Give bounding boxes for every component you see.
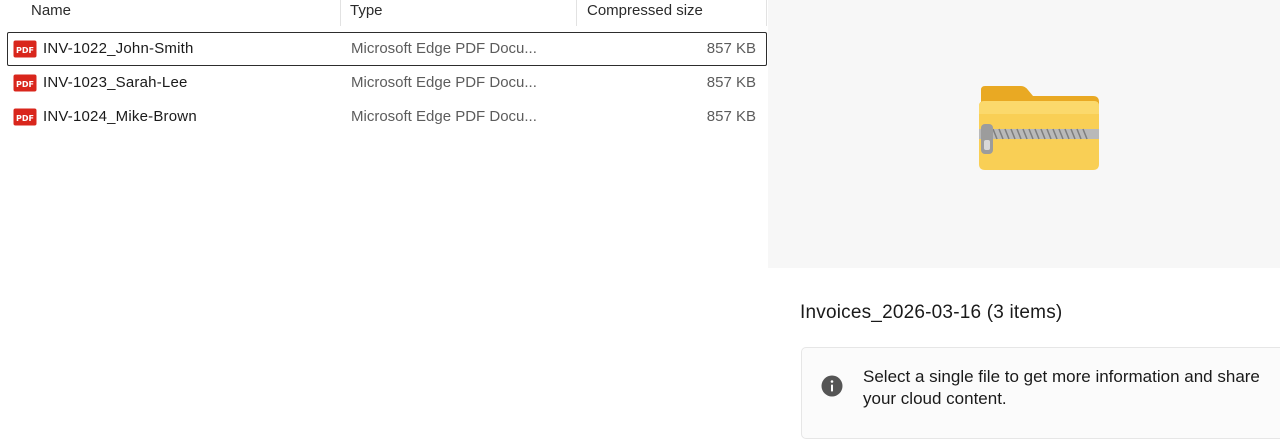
file-type: Microsoft Edge PDF Docu... bbox=[351, 40, 537, 57]
column-header-bar: Name Type Compressed size bbox=[0, 0, 768, 26]
file-type: Microsoft Edge PDF Docu... bbox=[351, 74, 537, 91]
column-header-type[interactable]: Type bbox=[341, 0, 577, 24]
file-name: INV-1022_John-Smith bbox=[43, 40, 194, 57]
file-row[interactable]: PDF INV-1022_John-Smith Microsoft Edge P… bbox=[7, 32, 767, 66]
file-size: 857 KB bbox=[706, 74, 756, 91]
file-size: 857 KB bbox=[706, 40, 756, 57]
svg-text:PDF: PDF bbox=[16, 46, 34, 55]
details-pane: Invoices_2026-03-16 (3 items) Select a s… bbox=[768, 0, 1280, 439]
pdf-icon: PDF bbox=[13, 74, 37, 92]
file-type: Microsoft Edge PDF Docu... bbox=[351, 108, 537, 125]
file-row[interactable]: PDF INV-1024_Mike-Brown Microsoft Edge P… bbox=[7, 100, 767, 134]
file-name: INV-1023_Sarah-Lee bbox=[43, 74, 188, 91]
folder-title: Invoices_2026-03-16 (3 items) bbox=[800, 302, 1063, 323]
file-row[interactable]: PDF INV-1023_Sarah-Lee Microsoft Edge PD… bbox=[7, 66, 767, 100]
pdf-icon: PDF bbox=[13, 108, 37, 126]
preview-area bbox=[768, 0, 1280, 268]
info-icon bbox=[821, 375, 843, 397]
svg-text:PDF: PDF bbox=[16, 114, 34, 123]
file-rows: PDF INV-1022_John-Smith Microsoft Edge P… bbox=[0, 32, 768, 134]
file-list-pane: Name Type Compressed size PDF INV-1022_J… bbox=[0, 0, 768, 421]
svg-text:PDF: PDF bbox=[16, 80, 34, 89]
file-name: INV-1024_Mike-Brown bbox=[43, 108, 197, 125]
file-size: 857 KB bbox=[706, 108, 756, 125]
column-divider[interactable] bbox=[766, 0, 767, 26]
pdf-icon: PDF bbox=[13, 40, 37, 58]
info-message: Select a single file to get more informa… bbox=[863, 367, 1260, 408]
column-header-compressed-size[interactable]: Compressed size bbox=[577, 0, 767, 24]
zipped-folder-icon bbox=[979, 86, 1099, 170]
info-card: Select a single file to get more informa… bbox=[801, 347, 1280, 439]
column-header-name[interactable]: Name bbox=[31, 0, 340, 24]
